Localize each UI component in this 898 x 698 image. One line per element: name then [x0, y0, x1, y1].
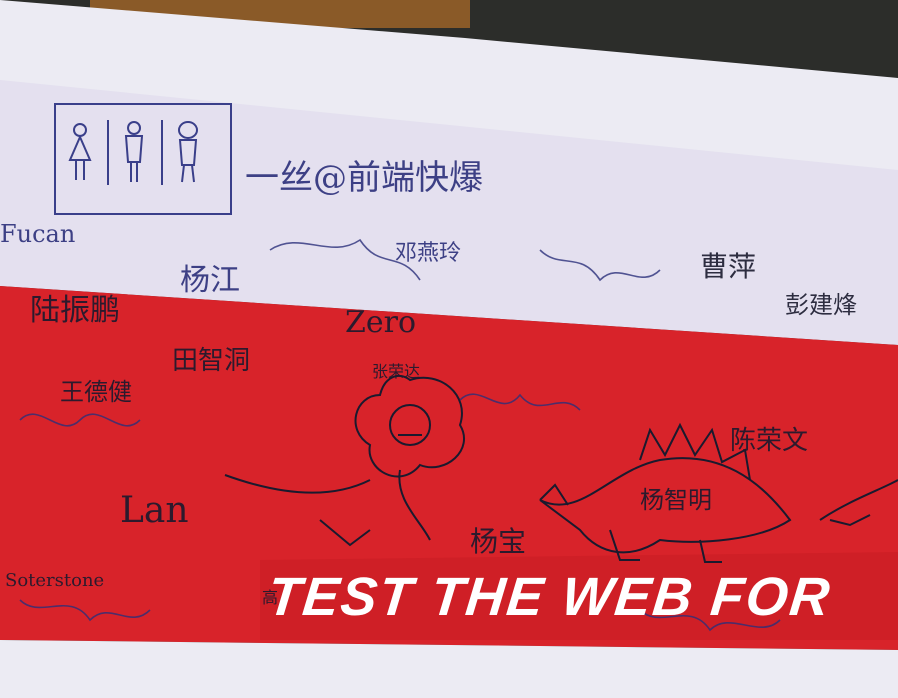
signature-line1: 陆振鹏 [30, 293, 120, 328]
signature-line2: 田智洞 [172, 346, 251, 376]
bottom-white-band [0, 640, 898, 698]
signature-right2: 彭建烽 [785, 291, 857, 319]
signature-zero: Zero [345, 305, 417, 340]
signature-lion: 张荣达 [372, 362, 421, 381]
signature-left: 杨江 [180, 263, 240, 298]
signature-far-left: Fucan [0, 220, 76, 248]
signature-bottom1: Soterstone [5, 570, 105, 591]
signature-top-phrase: 一丝@前端快爆 [245, 158, 483, 198]
signature-right1: 曹萍 [700, 250, 757, 283]
signature-right3: 陈荣文 [730, 426, 809, 456]
signature-mid: 邓燕玲 [395, 241, 462, 266]
banner-slogan: TEST THE WEB FOR [264, 567, 835, 627]
signature-right4: 杨智明 [640, 486, 712, 514]
signature-bottom3: 杨宝 [470, 525, 527, 558]
signature-bottom2: Lan [120, 490, 189, 531]
signature-line3: 王德健 [60, 378, 132, 406]
